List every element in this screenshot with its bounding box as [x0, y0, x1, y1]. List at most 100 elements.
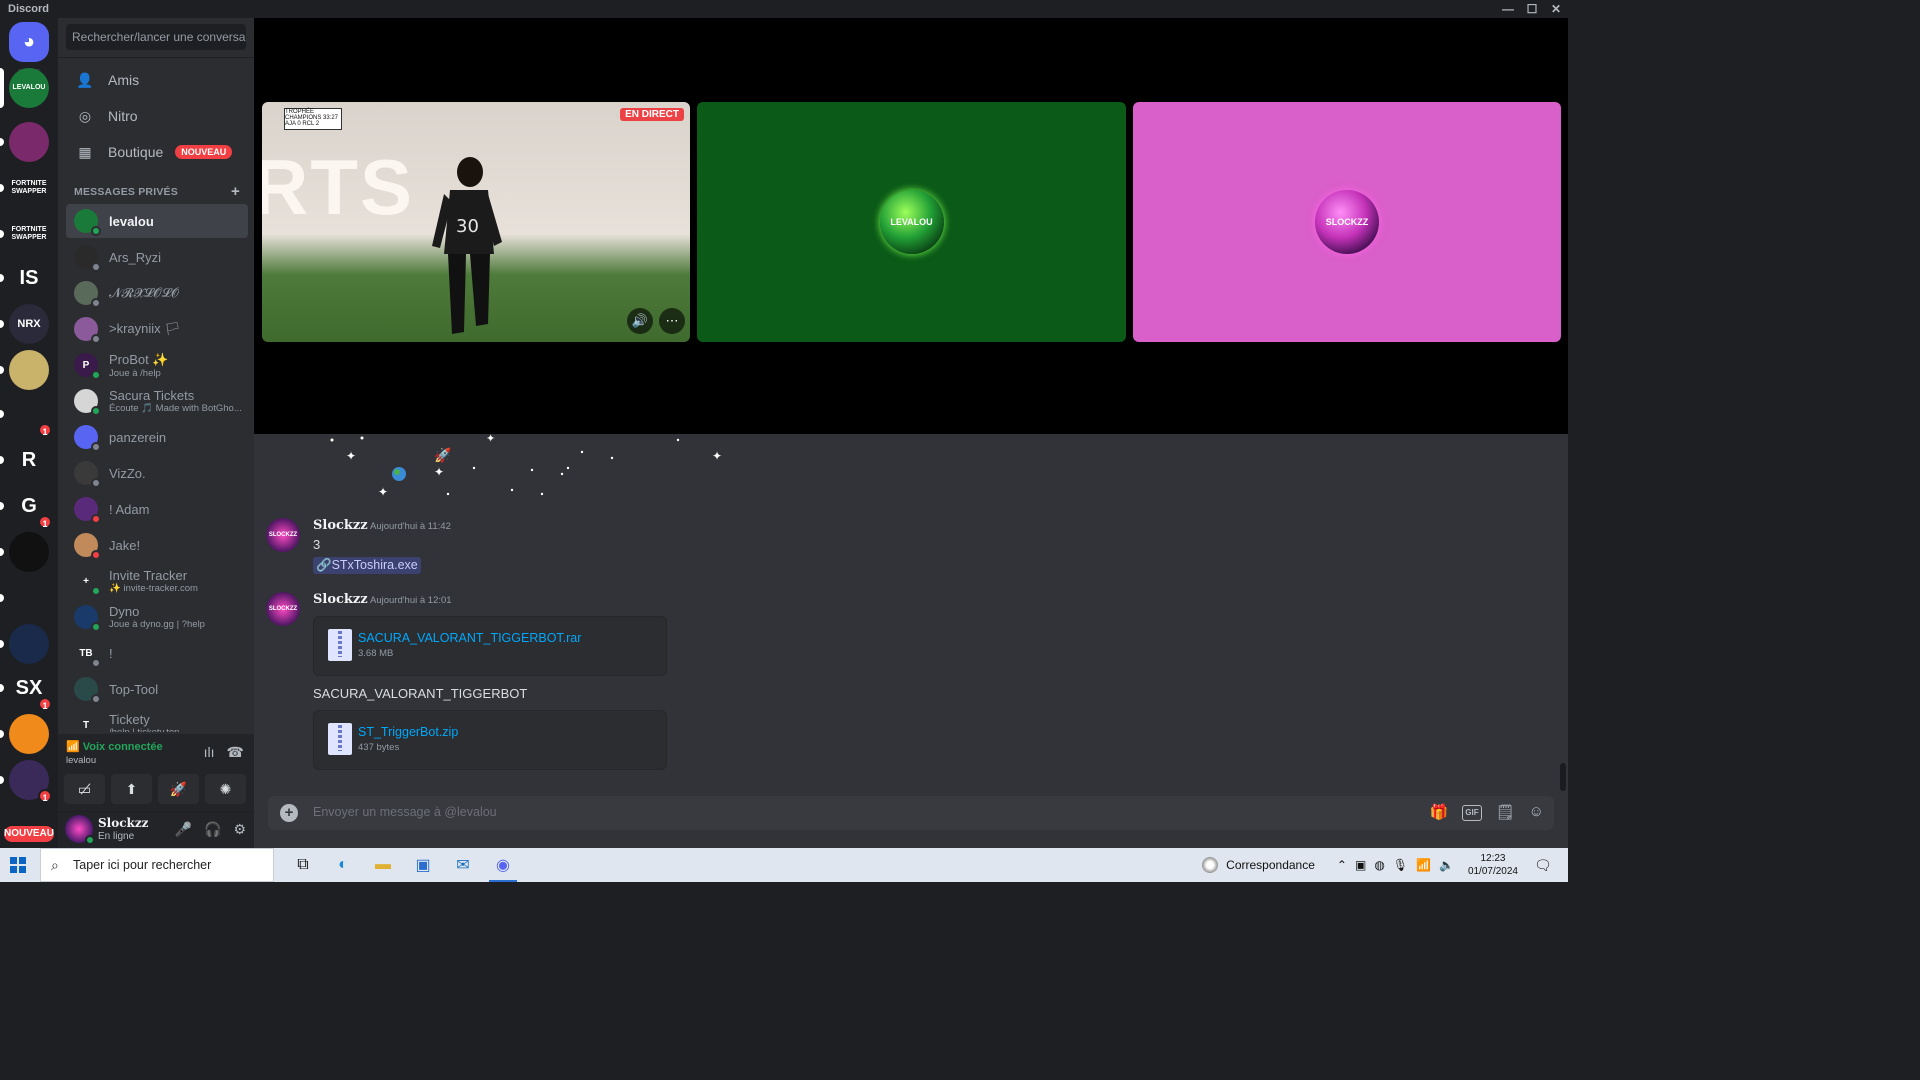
server-icon[interactable]: SX 1	[9, 668, 52, 711]
dm-item[interactable]: TB!	[66, 636, 248, 670]
file-name[interactable]: ST_TriggerBot.zip	[358, 725, 458, 739]
server-icon[interactable]	[9, 578, 49, 618]
server-icon[interactable]: R	[9, 440, 49, 480]
discord-taskbar-icon[interactable]: ◉	[483, 848, 523, 882]
server-icon[interactable]: 1	[9, 760, 52, 803]
message-avatar[interactable]: SLOCKZZ	[266, 592, 300, 626]
task-view-icon[interactable]: ⧉	[283, 848, 323, 882]
nav-nitro[interactable]: ◎ Nitro	[66, 100, 248, 132]
screen-share-button[interactable]: ⬆	[111, 774, 152, 804]
server-icon[interactable]	[9, 624, 49, 664]
attachment-link[interactable]: 🔗STxToshira.exe	[313, 557, 421, 574]
user-avatar[interactable]	[65, 815, 95, 845]
soundboard-button[interactable]: ✺	[205, 774, 246, 804]
camera-off-button[interactable]: ▭̸	[64, 774, 105, 804]
mail-icon[interactable]: ✉	[443, 848, 483, 882]
wifi-icon[interactable]: 📶	[1416, 858, 1431, 872]
taskbar-search[interactable]: ⌕ Taper ici pour rechercher	[40, 848, 274, 882]
dm-name: Jake!	[109, 537, 141, 553]
message-author[interactable]: Slockzz	[313, 592, 368, 607]
volume-icon[interactable]: 🔊	[627, 308, 653, 334]
camera-icon[interactable]: ▣	[1355, 858, 1366, 872]
notification-icon[interactable]: 🗨	[1534, 857, 1560, 874]
activities-button[interactable]: 🚀	[158, 774, 199, 804]
dm-item[interactable]: VizZo.	[66, 456, 248, 490]
dm-item[interactable]: Ars_Ryzi	[66, 240, 248, 274]
gift-icon[interactable]: 🎁	[1430, 803, 1449, 821]
disconnect-icon[interactable]: ☎	[227, 744, 244, 761]
live-badge: EN DIRECT	[620, 108, 684, 121]
server-icon[interactable]	[9, 532, 49, 572]
weather-text: Correspondance	[1226, 858, 1315, 872]
weather-widget[interactable]: Correspondance	[1202, 857, 1315, 873]
server-icon[interactable]	[9, 714, 49, 754]
dm-item[interactable]: T Tickety/help | tickety.top	[66, 708, 248, 732]
search-input[interactable]: Rechercher/lancer une conversa...	[66, 24, 246, 50]
server-icon[interactable]: FORTNITE SWAPPER	[9, 214, 49, 254]
server-icon[interactable]: LEVALOU	[9, 68, 49, 108]
file-name[interactable]: SACURA_VALORANT_TIGGERBOT.rar	[358, 631, 581, 645]
server-icon[interactable]: 1	[9, 394, 52, 437]
new-dm-plus-icon[interactable]: +	[231, 183, 240, 200]
server-icon-label: NRX	[17, 318, 41, 330]
server-icon[interactable]: NRX	[9, 304, 49, 344]
dm-item[interactable]: levalou	[66, 204, 248, 238]
close-button[interactable]: ✕	[1544, 0, 1568, 18]
voice-connected-label[interactable]: 📶 Voix connectée	[66, 740, 163, 753]
nav-shop[interactable]: ▦ Boutique NOUVEAU	[66, 136, 248, 168]
message-author[interactable]: Slockzz	[313, 518, 368, 533]
message-avatar[interactable]: SLOCKZZ	[266, 518, 300, 552]
participant-tile-levalou[interactable]: LEVALOU	[697, 102, 1126, 342]
server-icon[interactable]	[9, 350, 49, 390]
file-attachment[interactable]: ST_TriggerBot.zip 437 bytes	[313, 710, 667, 770]
minimize-button[interactable]: —	[1496, 0, 1520, 18]
headphones-icon[interactable]: 🎧	[204, 821, 221, 838]
dm-item[interactable]: panzerein	[66, 420, 248, 454]
mic-icon[interactable]: 🎤	[175, 821, 192, 838]
discord-tray-icon[interactable]: ◍	[1374, 858, 1384, 872]
nav-shop-label: Boutique	[108, 144, 164, 160]
noise-suppression-icon[interactable]: ılı	[204, 744, 215, 761]
file-explorer-icon[interactable]: ▬	[363, 848, 403, 882]
call-stage: RTS TROPHÉE CHAMPIONS 33:27 AJA 0 RCL 2 …	[254, 18, 1568, 434]
emoji-icon[interactable]: ☺	[1529, 803, 1544, 821]
edge-icon[interactable]: ◐	[323, 848, 363, 882]
server-icon[interactable]: IS	[9, 258, 49, 298]
windows-start-icon[interactable]	[10, 857, 26, 873]
dm-item[interactable]: + Invite Tracker ✨ invite-tracker.com	[66, 564, 248, 598]
server-icon[interactable]	[9, 122, 49, 162]
clock[interactable]: 12:23 01/07/2024	[1468, 852, 1518, 878]
dm-item[interactable]: Top-Tool	[66, 672, 248, 706]
participant-tile-slockzz[interactable]: SLOCKZZ	[1133, 102, 1561, 342]
status-dot	[91, 658, 101, 668]
nouveau-badge[interactable]: NOUVEAU	[4, 826, 54, 842]
dm-item[interactable]: P ProBot ✨ Joue à /help	[66, 348, 248, 382]
more-options-icon[interactable]: ⋯	[659, 308, 685, 334]
status-dot	[91, 262, 101, 272]
server-icon[interactable]: ◕	[9, 22, 49, 62]
dm-item[interactable]: Dyno Joue à dyno.gg | ?help	[66, 600, 248, 634]
dm-item[interactable]: >krayniix 🏳	[66, 312, 248, 346]
dm-item[interactable]: Jake!	[66, 528, 248, 562]
file-attachment[interactable]: SACURA_VALORANT_TIGGERBOT.rar 3.68 MB	[313, 616, 667, 676]
dm-item[interactable]: Sacura Tickets Écoute 🎵 Made with BotGho.…	[66, 384, 248, 418]
dm-item[interactable]: 𝓝𝓡𝓧𝓛𝓞𝓛𝓞	[66, 276, 248, 310]
chevron-up-icon[interactable]: ⌃	[1337, 858, 1347, 872]
dm-item[interactable]: ! Adam	[66, 492, 248, 526]
nav-friends[interactable]: 👤 Amis	[66, 64, 248, 96]
dm-avatar: +	[74, 569, 101, 596]
stream-tile[interactable]: RTS TROPHÉE CHAMPIONS 33:27 AJA 0 RCL 2 …	[262, 102, 690, 342]
server-icon[interactable]: G1	[9, 486, 52, 529]
mic-tray-icon[interactable]: 🎙	[1393, 858, 1408, 872]
gear-icon[interactable]: ⚙	[233, 821, 246, 838]
user-name[interactable]: Slockzz	[98, 816, 148, 830]
server-icon[interactable]: FORTNITE SWAPPER	[9, 168, 49, 208]
scrollbar-thumb[interactable]	[1560, 763, 1566, 791]
gif-icon[interactable]: GIF	[1462, 805, 1482, 821]
attach-plus-icon[interactable]: +	[280, 804, 298, 822]
maximize-button[interactable]: ☐	[1520, 0, 1544, 18]
store-icon[interactable]: ▣	[403, 848, 443, 882]
message-input[interactable]: Envoyer un message à @levalou	[313, 805, 497, 819]
sticker-icon[interactable]: 🗒	[1496, 803, 1515, 821]
volume-tray-icon[interactable]: 🔈	[1439, 858, 1454, 872]
